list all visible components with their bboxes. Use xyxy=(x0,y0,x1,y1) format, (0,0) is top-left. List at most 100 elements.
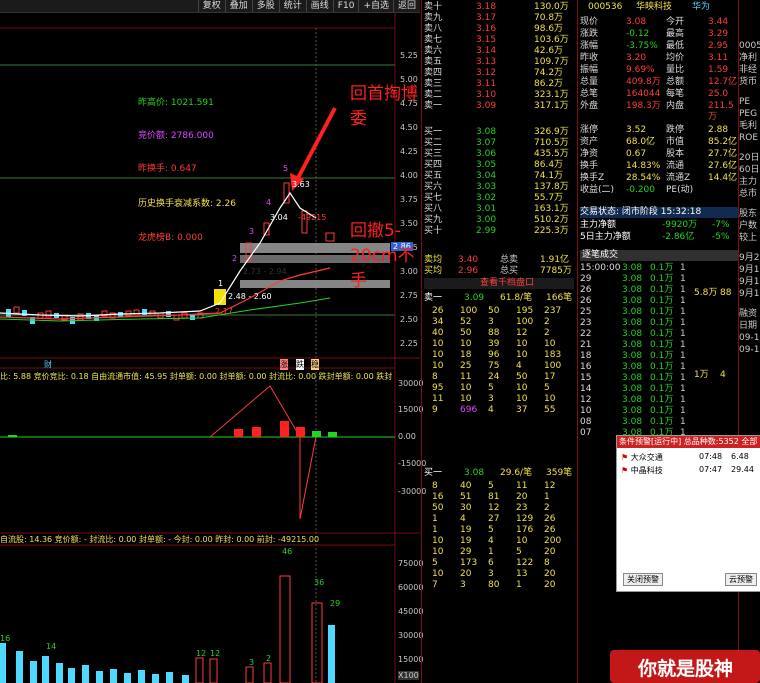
toolbar-back[interactable]: 返回 xyxy=(392,0,420,12)
data-row: 换手 14.83% 流通 27.6亿 xyxy=(580,161,738,172)
sell1-cell: 5 xyxy=(544,383,550,393)
far-right-item: 户数 xyxy=(739,221,758,231)
stat-key: 今开 xyxy=(666,17,685,27)
toolbar-draw[interactable]: 画线 xyxy=(305,0,333,12)
sell1-cell: 3 xyxy=(488,317,494,327)
price-tick: 2.75 xyxy=(400,291,418,300)
stat-key: 涨停 xyxy=(580,125,599,135)
far-right-item: 较上 xyxy=(739,233,758,243)
bid-price: 3.06 xyxy=(476,149,497,159)
stat-key: 昨收 xyxy=(580,53,599,63)
price-tick: 3.75 xyxy=(400,195,418,204)
stat-key: 现价 xyxy=(580,17,599,27)
data-row: 卖五 3.13 109.7万 xyxy=(424,57,574,68)
ask-label: 卖八 xyxy=(424,24,443,34)
trade-price: 3.08 xyxy=(622,274,643,284)
stat-value: 25.0 xyxy=(708,89,729,99)
data-row: 50 30 12 23 2 xyxy=(424,503,574,514)
stat-value: 3.52 xyxy=(626,125,647,135)
buy1-cell: 1 xyxy=(488,547,494,557)
buy1-cell: 5 xyxy=(488,481,494,491)
far-right-item: 股东 xyxy=(739,209,758,219)
bid-volume: 86.4万 xyxy=(534,160,564,170)
alert-item[interactable]: ⚑ 中晶科技 07:47 29.44 xyxy=(621,465,759,476)
trade-price: 3.08 xyxy=(622,318,643,328)
ask-price: 3.10 xyxy=(476,90,497,100)
trade-volume: 0.1万 xyxy=(650,274,674,284)
stat-key: 资产 xyxy=(580,137,599,147)
toolbar-favorite[interactable]: +自选 xyxy=(358,0,393,12)
sub2-header: 自流股: 14.36 竞价额: - 封流比: 0.00 封单额: - 今封: 0… xyxy=(0,535,320,544)
avg-sell-label: 卖均 xyxy=(424,255,443,265)
ask-volume: 317.1万 xyxy=(534,101,569,111)
sell1-label: 卖一 xyxy=(424,293,443,303)
trade-time: 18 xyxy=(580,351,592,361)
stat-value: 211.5万 xyxy=(708,101,734,122)
toolbar-f10[interactable]: F10 xyxy=(332,0,359,12)
data-row: 总笔 164044 每笔 25.0 xyxy=(580,89,738,100)
price-tick: 4.00 xyxy=(400,171,418,180)
close-alert-button[interactable]: 关闭预警 xyxy=(623,573,663,586)
ask-volume: 42.6万 xyxy=(534,46,564,56)
data-row: 涨跌 -0.12 最高 3.29 xyxy=(580,29,738,40)
sell1-cell: 10 xyxy=(460,383,472,393)
sell1-cell: 55 xyxy=(544,405,556,415)
net1-value: -9920万 xyxy=(662,220,698,230)
toolbar-adjust[interactable]: 复权 xyxy=(197,0,225,12)
alert-item[interactable]: ⚑ 大众交通 07:48 6.48 xyxy=(621,452,759,463)
data-row: 买六 3.03 137.8万 xyxy=(424,182,574,193)
far-right-item: 非经 xyxy=(739,65,758,75)
mid-mark-2: 2.73 - 2.94 xyxy=(243,267,287,276)
annotation-arrow xyxy=(296,107,337,179)
trade-volume: 0.1万 xyxy=(650,395,674,405)
ask-label: 卖六 xyxy=(424,46,443,56)
data-row: 换手Z 28.54% 流通Z 14.4亿 xyxy=(580,173,738,184)
view-more-depth[interactable]: 查看千档盘口 xyxy=(424,278,574,289)
stat-value: 164044 xyxy=(626,89,661,99)
kline-chart-area[interactable]: 5.25 5.00 4.75 4.50 4.25 4.00 3.75 3.50 … xyxy=(0,13,426,683)
stat-key: 内盘 xyxy=(666,101,685,111)
vol-label: 16 xyxy=(0,634,11,643)
bid-volume: 137.8万 xyxy=(534,182,569,192)
alert-item-name: 大众交通 xyxy=(630,453,663,462)
far-right-item: 日期 xyxy=(739,321,758,331)
data-row: 卖三 3.11 86.2万 xyxy=(424,79,574,90)
toolbar-multi[interactable]: 多股 xyxy=(251,0,279,12)
order-book-panel: 卖十 3.18 130.0万 卖九 3.17 70.8万 卖八 3.16 98.6万 卖七 3.15… xyxy=(421,0,577,683)
bid-price: 3.00 xyxy=(476,215,497,225)
data-row: 95 10 5 10 5 xyxy=(424,383,574,394)
net5-value: -2.86亿 xyxy=(662,232,695,242)
ask-label: 卖二 xyxy=(424,90,443,100)
bid-label: 买八 xyxy=(424,204,443,214)
sell1-cell: 88 xyxy=(488,328,500,338)
trade-price: 3.08 xyxy=(622,263,643,273)
toolbar-stats[interactable]: 统计 xyxy=(278,0,306,12)
stat-value: 198.3万 xyxy=(626,101,661,111)
trade-time: 21 xyxy=(580,340,592,350)
bid-volume: 710.5万 xyxy=(534,138,569,148)
trade-time: 29 xyxy=(580,274,592,284)
sub1-line xyxy=(209,385,317,520)
data-row: 振幅 9.69% 量比 1.59 xyxy=(580,65,738,76)
toolbar-overlay[interactable]: 叠加 xyxy=(224,0,252,12)
data-row: 21 3.08 0.1万 1 xyxy=(580,340,738,351)
stat-key: 跌停 xyxy=(666,125,685,135)
data-row: 总量 409.8万 总额 12.7亿 xyxy=(580,77,738,88)
alert-flag-icon: ⚑ xyxy=(621,453,629,462)
ask-label: 卖七 xyxy=(424,35,443,45)
alert-window[interactable]: 条件预警[运行中] 总品种数:5352 全部 ⚑ 大众交通 07:48 6.48… xyxy=(616,435,760,592)
stat-key: 换手 xyxy=(580,161,599,171)
far-right-item: PEG xyxy=(739,109,758,119)
data-row: 1 19 5 176 26 xyxy=(424,525,574,536)
cloud-alert-button[interactable]: 云预警 xyxy=(725,573,757,586)
bid-label: 买五 xyxy=(424,171,443,181)
stat-value: 12.7亿 xyxy=(708,77,738,87)
sub1-tick: 0.00 xyxy=(398,432,416,441)
buy1-cell: 23 xyxy=(516,503,528,513)
avg-buy-price: 2.96 xyxy=(458,266,479,276)
sell1-cell: 10 xyxy=(544,339,556,349)
data-row: 34 52 3 100 2 xyxy=(424,317,574,328)
mid-mark-1: 3.04 xyxy=(270,213,288,222)
data-row: 买八 3.01 163.1万 xyxy=(424,204,574,215)
ask-label: 卖九 xyxy=(424,13,443,23)
